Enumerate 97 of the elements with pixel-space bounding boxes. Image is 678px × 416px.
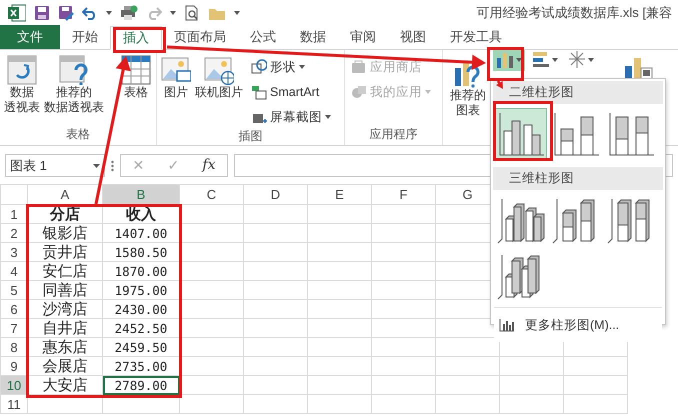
ribbon-tab[interactable]: 开始 [60, 25, 110, 49]
pivot-table-button[interactable]: 推荐的 数据透视表 [43, 53, 105, 117]
caret-icon [588, 58, 594, 62]
window-title: 可用经验考试成绩数据库.xls [兼容 [476, 4, 673, 22]
table-cell-text: 1975.00 [114, 282, 168, 298]
ribbon-button[interactable]: SmartArt [248, 82, 334, 102]
highlight-frame [487, 47, 524, 81]
ribbon-tab[interactable]: 页面布局 [162, 25, 238, 49]
store-icon [351, 59, 367, 76]
table-cell-text: 安仁店 [42, 262, 88, 280]
group-label: 应用程序 [368, 126, 418, 143]
name-box[interactable]: 图表 1 [5, 154, 105, 177]
recommended-charts-button[interactable]: 推荐的 图表 [449, 56, 487, 120]
column-header[interactable]: E [308, 184, 372, 204]
ribbon-tab[interactable]: 数据 [288, 25, 338, 49]
caret-icon [516, 58, 522, 62]
menu-section-header: 二维柱形图 [493, 81, 663, 104]
smartart-icon [251, 84, 267, 100]
highlight-frame [493, 101, 553, 161]
picture-icon [161, 55, 191, 85]
table-cell-text: 2430.00 [114, 300, 168, 318]
picture-button[interactable]: 图片 [160, 53, 192, 102]
pivot-question-icon [59, 55, 89, 85]
insert-function-button[interactable]: fx [198, 155, 220, 176]
ribbon-button[interactable]: 形状 [248, 57, 334, 78]
row-header[interactable]: 5 [0, 280, 28, 300]
pivot-table-icon [7, 55, 37, 85]
online-picture-icon [204, 55, 234, 85]
row-header[interactable]: 3 [0, 242, 28, 262]
table-cell-text: 分店 [48, 206, 81, 222]
column-chart-icon [499, 318, 515, 332]
caret-icon[interactable] [234, 11, 240, 15]
file-tab[interactable]: 文件 [0, 25, 60, 49]
caret-icon [299, 65, 305, 70]
picture-button[interactable]: 联机图片 [194, 53, 244, 102]
column-header[interactable]: D [244, 184, 308, 204]
column-header[interactable]: C [180, 184, 244, 204]
chart-option[interactable] [495, 108, 547, 161]
row-header[interactable]: 2 [0, 224, 28, 242]
print-preview-icon[interactable] [184, 5, 200, 21]
save-icon[interactable] [34, 5, 50, 21]
caret-icon [552, 58, 558, 62]
column-header[interactable]: B [102, 184, 180, 204]
group-label: 表格 [65, 126, 91, 143]
table-cell-text: 自井店 [42, 320, 88, 336]
caret-icon [425, 90, 431, 94]
caret-icon[interactable] [170, 11, 176, 15]
scatter-chart-icon [568, 50, 586, 69]
row-header[interactable]: 10 [0, 376, 28, 394]
table-cell-text: 1870.00 [114, 262, 168, 280]
table-cell-text: 2459.50 [114, 338, 168, 356]
menu-item[interactable]: 更多柱形图(M)... [494, 306, 662, 342]
ribbon-tab[interactable]: 公式 [238, 25, 288, 49]
ribbon-tab[interactable]: 开发工具 [438, 25, 514, 49]
table-cell-text: 沙湾店 [42, 300, 88, 318]
row-header[interactable]: 4 [0, 262, 28, 280]
printer-check-icon[interactable] [120, 5, 138, 21]
ribbon-tab[interactable]: 审阅 [338, 25, 388, 49]
caret-icon [325, 114, 331, 119]
table-cell-text: 惠东店 [42, 338, 88, 356]
row-header[interactable]: 11 [0, 394, 28, 414]
table-cell-text: 2735.00 [114, 358, 168, 374]
row-header[interactable]: 8 [0, 338, 28, 356]
ribbon-tab[interactable]: 视图 [388, 25, 438, 49]
menu-section-header: 三维柱形图 [493, 166, 663, 190]
excel-logo-icon[interactable] [8, 4, 26, 22]
column-header[interactable]: A [28, 184, 102, 204]
save-as-icon[interactable] [58, 5, 74, 21]
row-header[interactable]: 6 [0, 300, 28, 318]
chart-type-button[interactable] [493, 50, 525, 71]
table-cell-text: 收入 [125, 206, 157, 222]
table-cell-text: 同善店 [42, 282, 88, 298]
ribbon-button[interactable]: 屏幕截图 [248, 106, 334, 128]
column-header[interactable]: F [372, 184, 436, 204]
row-header[interactable]: 9 [0, 356, 28, 376]
group-label: 插图 [238, 128, 264, 145]
table-cell-text: 1580.50 [114, 244, 168, 260]
pivot-table-button[interactable]: 数据 透视表 [3, 53, 41, 117]
table-cell-text: 银影店 [42, 224, 88, 242]
shapes-icon [251, 59, 267, 76]
row-header[interactable]: 7 [0, 318, 28, 338]
table-cell-text: 贡井店 [42, 244, 88, 260]
annotation-arrow [496, 80, 503, 89]
bar-chart-icon [532, 50, 550, 69]
highlight-frame [113, 27, 166, 53]
undo-icon[interactable] [82, 6, 98, 20]
dropdown-arrow-icon [93, 164, 100, 168]
grip-icon[interactable] [111, 160, 114, 172]
row-header[interactable]: 1 [0, 204, 28, 224]
column-chart-icon [496, 50, 514, 69]
active-cell[interactable]: 2789.00 [102, 376, 180, 394]
table-cell-text: 1407.00 [114, 224, 168, 242]
table-cell-text: 会展店 [42, 358, 88, 374]
caret-icon[interactable] [106, 11, 112, 15]
table-cell-text: 2452.50 [114, 320, 168, 336]
apps-icon [351, 84, 367, 100]
table-cell-text: 大安店 [42, 376, 88, 394]
